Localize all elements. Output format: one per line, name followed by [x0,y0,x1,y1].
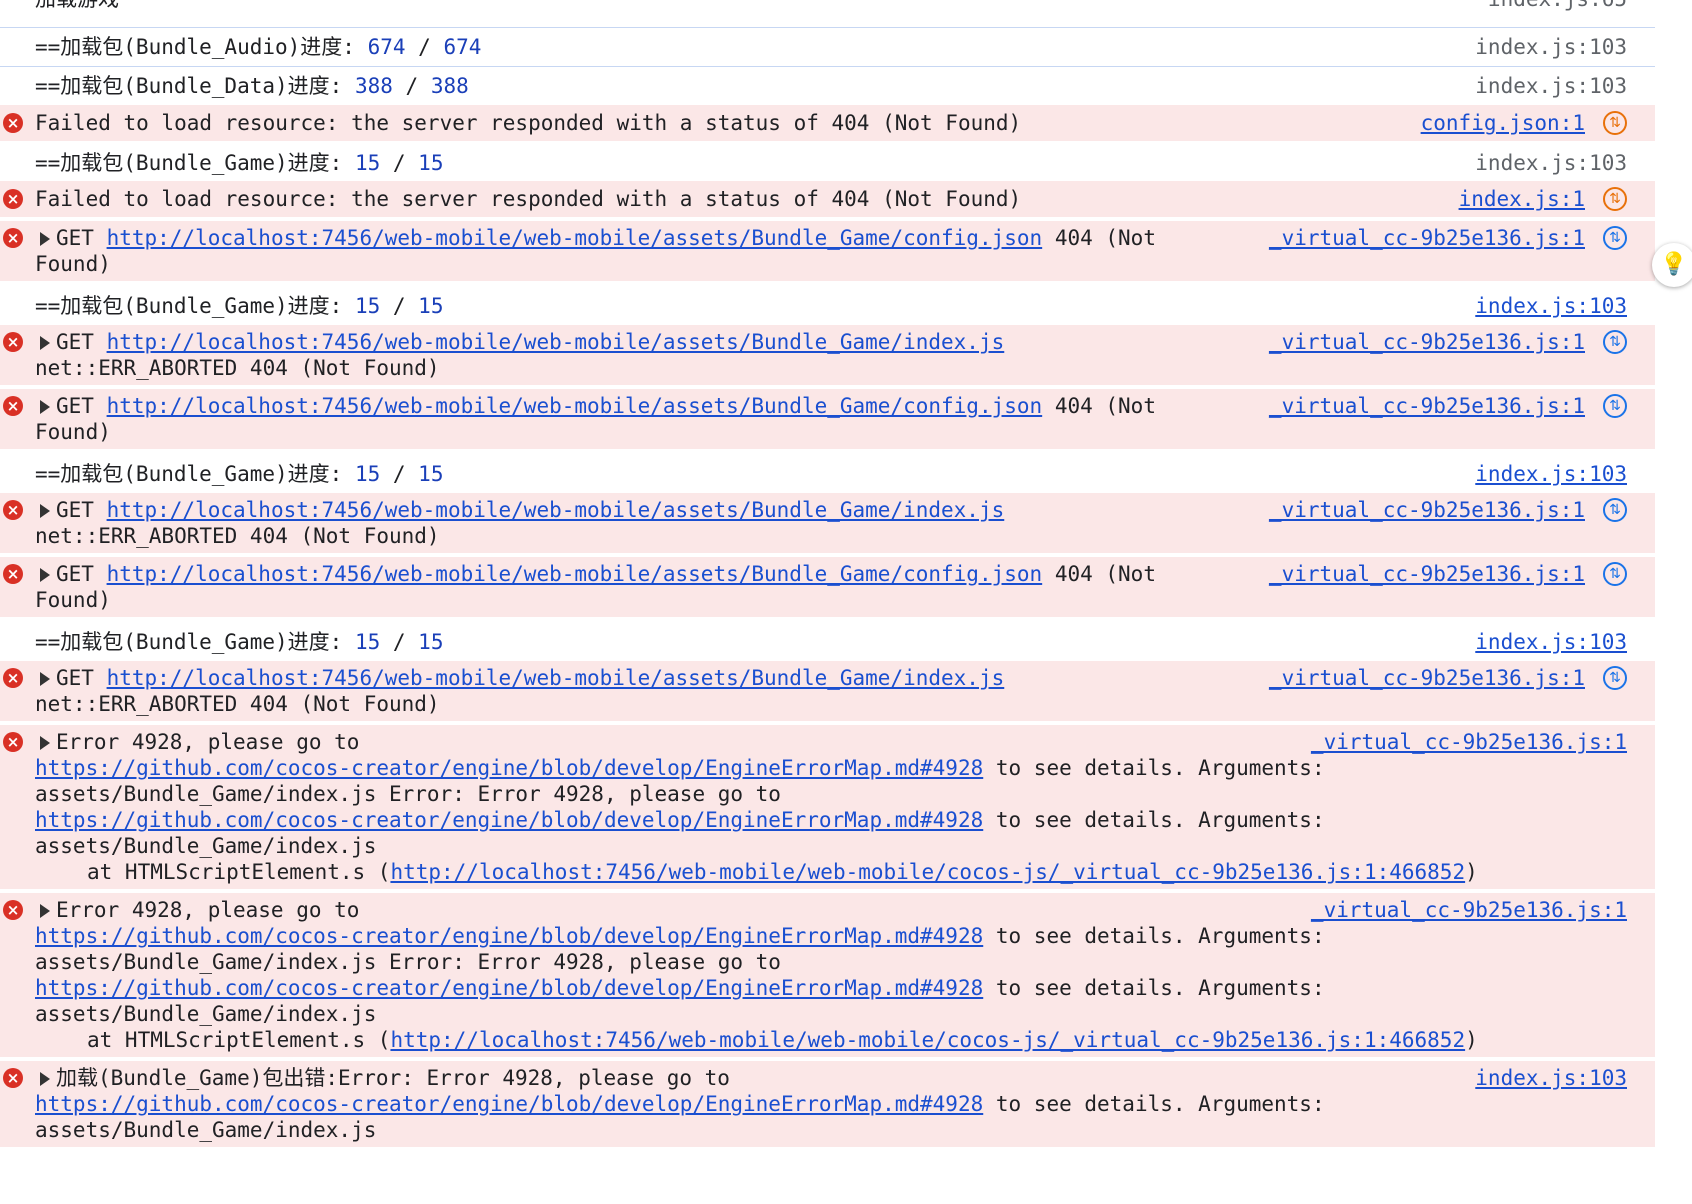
source-map-icon[interactable]: ⇅ [1603,187,1627,211]
expand-triangle-icon[interactable] [40,504,50,518]
log-text: ==加载包(Bundle_Game)进度: 15 / 15 [35,462,444,486]
log-text: ==加载包(Bundle_Game)进度: 15 / 15 [35,151,444,175]
source-link[interactable]: index.js:103 [1475,629,1627,655]
source-link[interactable]: index.js:65 [1488,0,1627,12]
expand-triangle-icon[interactable] [40,400,50,414]
expand-triangle-icon[interactable] [40,1072,50,1086]
expand-triangle-icon[interactable] [40,904,50,918]
error-map-link[interactable]: https://github.com/cocos-creator/engine/… [35,756,983,780]
source-map-icon[interactable]: ⇅ [1603,498,1627,522]
source-link[interactable]: _virtual_cc-9b25e136.js:1 [1311,897,1627,923]
stack-frame-link[interactable]: http://localhost:7456/web-mobile/web-mob… [390,1028,1465,1052]
request-url-link[interactable]: http://localhost:7456/web-mobile/web-mob… [107,226,1043,250]
source-link[interactable]: index.js:103 [1475,1065,1627,1091]
error-text: net::ERR_ABORTED 404 (Not Found) [35,524,440,548]
error-text: Error 4928, please go to [56,730,360,754]
expand-triangle-icon[interactable] [40,232,50,246]
error-x-icon: × [3,332,23,352]
error-x-icon: × [3,900,23,920]
error-text: Error 4928, please go to [56,898,360,922]
source-map-icon[interactable]: ⇅ [1603,226,1627,250]
request-url-link[interactable]: http://localhost:7456/web-mobile/web-mob… [107,562,1043,586]
console-error-row: × GET http://localhost:7456/web-mobile/w… [0,389,1655,453]
error-text: net::ERR_ABORTED 404 (Not Found) [35,356,440,380]
request-url-link[interactable]: http://localhost:7456/web-mobile/web-mob… [107,330,1005,354]
console-error-row: × GET http://localhost:7456/web-mobile/w… [0,221,1655,285]
console-error-row: × Error 4928, please go to https://githu… [0,893,1655,1061]
source-map-icon[interactable]: ⇅ [1603,330,1627,354]
error-x-icon: × [3,113,23,133]
log-text: ==加载包(Bundle_Game)进度: 15 / 15 [35,294,444,318]
log-text: ==加载包(Bundle_Game)进度: 15 / 15 [35,630,444,654]
console-log-row: ==加载包(Bundle_Game)进度: 15 / 15 index.js:1… [0,621,1655,661]
console-log-row: ==加载包(Bundle_Game)进度: 15 / 15 index.js:1… [0,145,1655,181]
request-url-link[interactable]: http://localhost:7456/web-mobile/web-mob… [107,666,1005,690]
error-x-icon: × [3,500,23,520]
request-url-link[interactable]: http://localhost:7456/web-mobile/web-mob… [107,498,1005,522]
console-error-row: × Error 4928, please go to https://githu… [0,725,1655,893]
error-map-link[interactable]: https://github.com/cocos-creator/engine/… [35,976,983,1000]
console-messages: 加载游戏 index.js:65 ==加载包(Bundle_Audio)进度: … [0,0,1655,1151]
expand-triangle-icon[interactable] [40,736,50,750]
error-x-icon: × [3,228,23,248]
source-link[interactable]: index.js:103 [1475,73,1627,99]
error-map-link[interactable]: https://github.com/cocos-creator/engine/… [35,924,983,948]
request-url-link[interactable]: http://localhost:7456/web-mobile/web-mob… [107,394,1043,418]
error-text: 加载(Bundle_Game)包出错:Error: Error 4928, pl… [56,1066,730,1090]
error-map-link[interactable]: https://github.com/cocos-creator/engine/… [35,1092,983,1116]
error-text: Failed to load resource: the server resp… [35,187,1022,211]
console-error-row: × GET http://localhost:7456/web-mobile/w… [0,557,1655,621]
source-link[interactable]: config.json:1 [1421,110,1585,136]
source-link[interactable]: _virtual_cc-9b25e136.js:1 [1269,561,1585,587]
error-map-link[interactable]: https://github.com/cocos-creator/engine/… [35,808,983,832]
error-x-icon: × [3,732,23,752]
error-x-icon: × [3,1068,23,1088]
stack-frame: at HTMLScriptElement.s (http://localhost… [87,1028,1478,1052]
console-error-row: × GET http://localhost:7456/web-mobile/w… [0,661,1655,725]
error-text: Failed to load resource: the server resp… [35,111,1022,135]
source-link[interactable]: index.js:103 [1475,293,1627,319]
console-log-row: ==加载包(Bundle_Game)进度: 15 / 15 index.js:1… [0,285,1655,325]
source-map-icon[interactable]: ⇅ [1603,111,1627,135]
console-log-row: 加载游戏 index.js:65 [0,0,1655,28]
source-link[interactable]: index.js:103 [1475,461,1627,487]
source-map-icon[interactable]: ⇅ [1603,394,1627,418]
source-link[interactable]: _virtual_cc-9b25e136.js:1 [1269,329,1585,355]
error-text: Found) [35,252,111,276]
log-text: 加载游戏 [35,0,119,12]
error-x-icon: × [3,396,23,416]
source-link[interactable]: index.js:103 [1475,34,1627,60]
log-text: ==加载包(Bundle_Audio)进度: 674 / 674 [35,35,482,59]
console-log-row: ==加载包(Bundle_Game)进度: 15 / 15 index.js:1… [0,453,1655,493]
source-map-icon[interactable]: ⇅ [1603,562,1627,586]
error-text: net::ERR_ABORTED 404 (Not Found) [35,692,440,716]
expand-triangle-icon[interactable] [40,568,50,582]
source-link[interactable]: _virtual_cc-9b25e136.js:1 [1311,729,1627,755]
lightbulb-sparkle-icon[interactable]: 💡 [1652,243,1692,287]
source-map-icon[interactable]: ⇅ [1603,666,1627,690]
expand-triangle-icon[interactable] [40,672,50,686]
console-log-row: ==加载包(Bundle_Audio)进度: 674 / 674 index.j… [0,28,1655,67]
console-error-row: × GET http://localhost:7456/web-mobile/w… [0,493,1655,557]
source-link[interactable]: _virtual_cc-9b25e136.js:1 [1269,665,1585,691]
source-link[interactable]: _virtual_cc-9b25e136.js:1 [1269,393,1585,419]
source-link[interactable]: index.js:1 [1459,186,1585,212]
error-text: Found) [35,420,111,444]
error-x-icon: × [3,189,23,209]
source-link[interactable]: _virtual_cc-9b25e136.js:1 [1269,225,1585,251]
console-error-row: × 加载(Bundle_Game)包出错:Error: Error 4928, … [0,1061,1655,1151]
source-link[interactable]: index.js:103 [1475,150,1627,176]
error-x-icon: × [3,668,23,688]
log-text: ==加载包(Bundle_Data)进度: 388 / 388 [35,74,469,98]
stack-frame: at HTMLScriptElement.s (http://localhost… [87,860,1478,884]
console-error-row: × GET http://localhost:7456/web-mobile/w… [0,325,1655,389]
expand-triangle-icon[interactable] [40,336,50,350]
stack-frame-link[interactable]: http://localhost:7456/web-mobile/web-mob… [390,860,1465,884]
error-x-icon: × [3,564,23,584]
console-error-row: × Failed to load resource: the server re… [0,181,1655,221]
source-link[interactable]: _virtual_cc-9b25e136.js:1 [1269,497,1585,523]
console-error-row: × Failed to load resource: the server re… [0,105,1655,145]
console-log-row: ==加载包(Bundle_Data)进度: 388 / 388 index.js… [0,67,1655,105]
error-text: Found) [35,588,111,612]
